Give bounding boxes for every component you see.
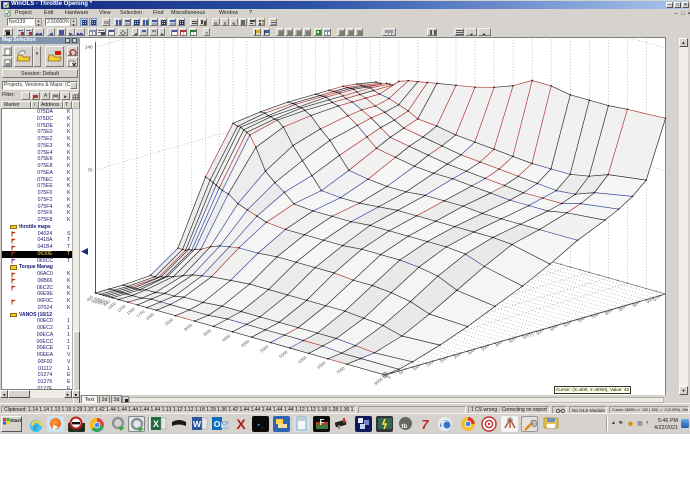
svg-text:1020: 1020 (670, 294, 680, 299)
svg-text:X: X (152, 419, 158, 429)
svg-text:O: O (213, 419, 220, 429)
svg-text:W: W (192, 419, 201, 429)
svg-text:7: 7 (421, 417, 429, 431)
svg-text:e: e (33, 421, 38, 432)
svg-text:X: X (236, 416, 246, 431)
svg-text:F: F (319, 418, 324, 427)
